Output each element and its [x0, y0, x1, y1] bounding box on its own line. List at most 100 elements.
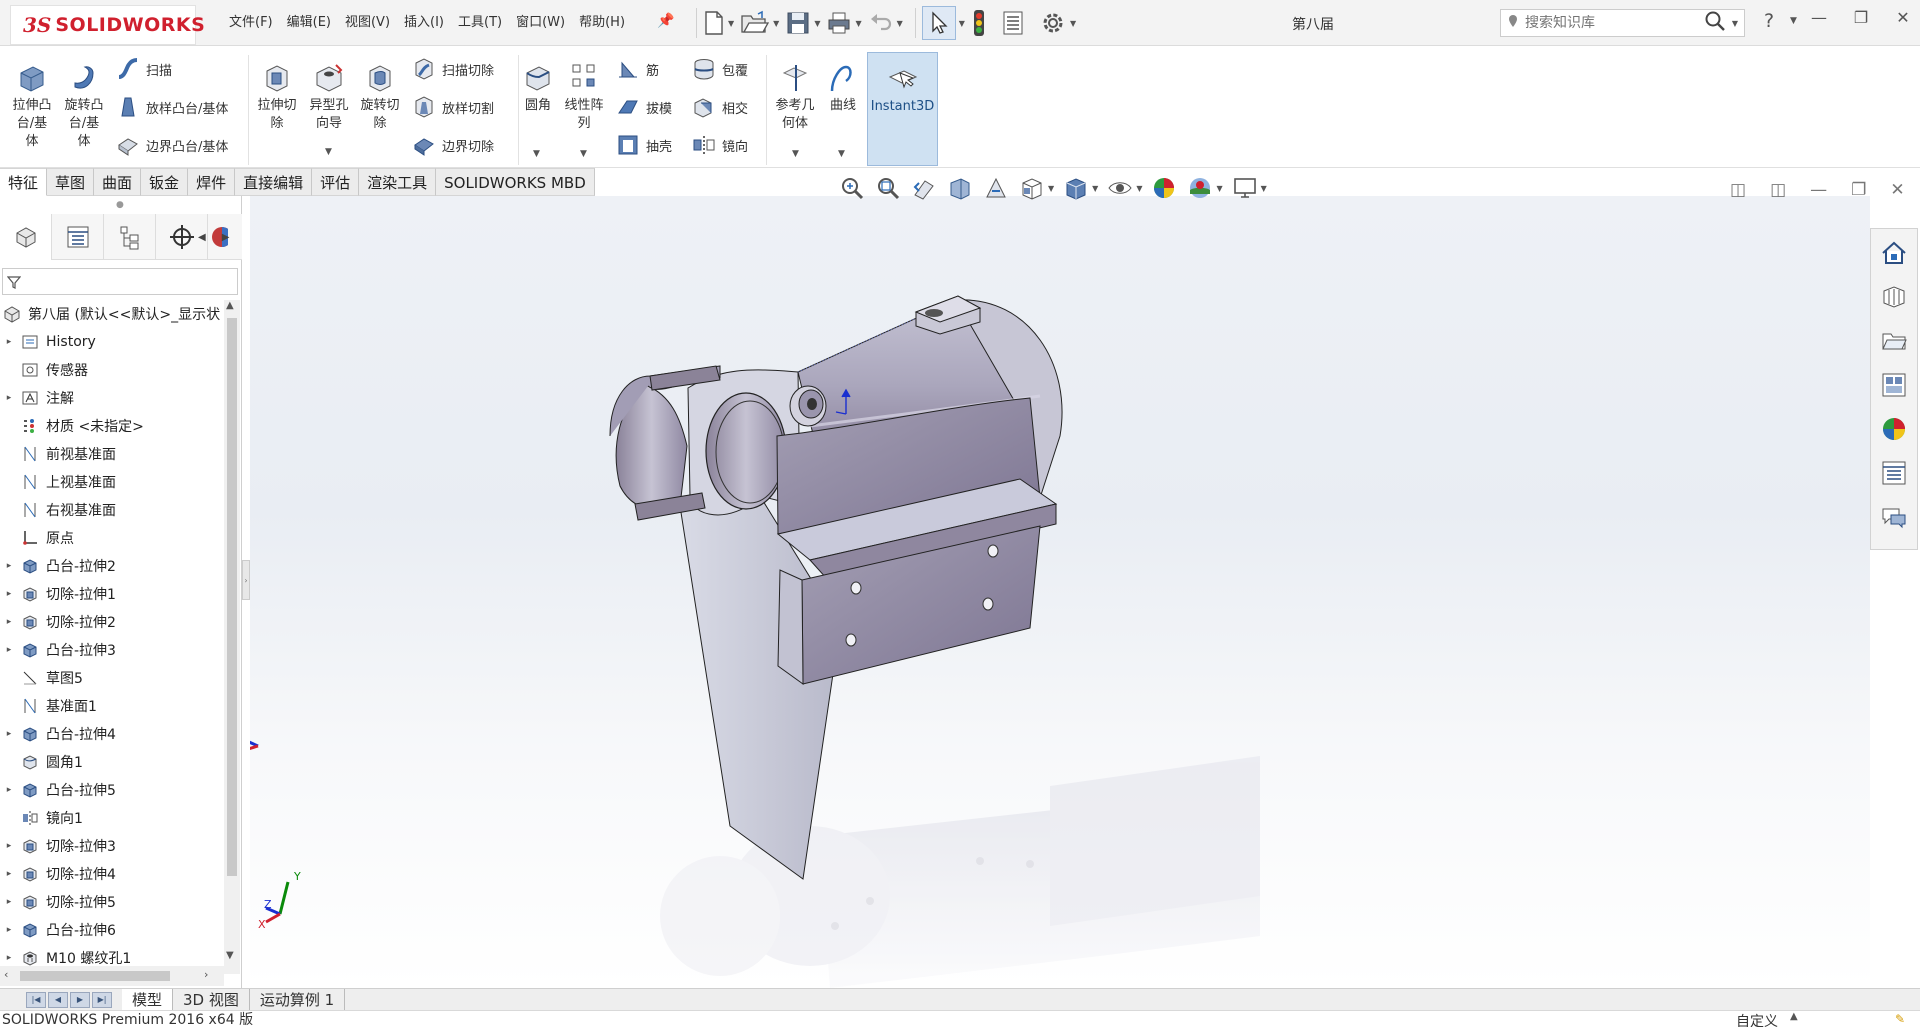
tab-sketch[interactable]: 草图 [47, 168, 95, 196]
mirror-button[interactable]: 镜向 [692, 133, 748, 157]
tab-render-tools[interactable]: 渲染工具 [359, 168, 437, 196]
scroll-thumb[interactable] [20, 971, 170, 981]
hide-show-dropdown-icon[interactable]: ▼ [1136, 184, 1142, 193]
tree-item[interactable]: 材质 <未指定> [0, 412, 224, 440]
unit-dropdown-icon[interactable]: ▲ [1790, 1011, 1798, 1022]
sweep-button[interactable]: 扫描 [116, 57, 172, 81]
view-orientation-dropdown-icon[interactable]: ▼ [1048, 184, 1054, 193]
save-dropdown-icon[interactable]: ▼ [814, 19, 820, 28]
tree-horizontal-scrollbar[interactable]: ‹ › [0, 966, 224, 986]
display-style-dropdown-icon[interactable]: ▼ [1092, 184, 1098, 193]
tree-item[interactable]: ▸ 切除-拉伸4 [0, 860, 224, 888]
new-dropdown-icon[interactable]: ▼ [728, 19, 734, 28]
expand-arrow-icon[interactable]: ▸ [2, 953, 16, 963]
expand-arrow-icon[interactable]: ▸ [2, 897, 16, 907]
tab-3d-views[interactable]: 3D 视图 [173, 988, 250, 1011]
tab-surfaces[interactable]: 曲面 [94, 168, 142, 196]
tree-filter[interactable] [2, 268, 238, 295]
tree-item[interactable]: ▸ 凸台-拉伸6 [0, 916, 224, 944]
tree-item[interactable]: 基准面1 [0, 692, 224, 720]
display-style-button[interactable] [1062, 174, 1090, 202]
scroll-thumb[interactable] [227, 318, 237, 876]
minimize-icon[interactable]: — [1810, 8, 1828, 27]
search-icon[interactable] [1704, 10, 1726, 36]
graphics-area[interactable] [250, 196, 1870, 988]
tab-motion-study[interactable]: 运动算例 1 [250, 988, 346, 1011]
shell-button[interactable]: 抽壳 [616, 133, 672, 157]
tree-item[interactable]: ▸ 凸台-拉伸4 [0, 720, 224, 748]
next-tab-icon[interactable]: ▶ [70, 991, 90, 1008]
rebuild-button[interactable] [971, 6, 987, 40]
menu-insert[interactable]: 插入(I) [397, 14, 451, 32]
expand-arrow-icon[interactable]: ▸ [2, 841, 16, 851]
expand-arrow-icon[interactable]: ▸ [2, 561, 16, 571]
select-dropdown-icon[interactable]: ▼ [959, 19, 965, 28]
print-button[interactable] [826, 6, 852, 40]
loft-boss-button[interactable]: 放样凸台/基体 [116, 95, 228, 119]
tabs-scroll-left-icon[interactable]: ◀ [198, 232, 206, 243]
view-settings-dropdown-icon[interactable]: ▼ [1261, 184, 1267, 193]
menu-file[interactable]: 文件(F) [222, 14, 280, 32]
main-bore[interactable] [705, 392, 787, 510]
save-button[interactable] [785, 6, 811, 40]
edit-appearance-button[interactable] [1150, 174, 1178, 202]
last-tab-icon[interactable]: ▶| [92, 991, 112, 1008]
restore-icon[interactable]: ❐ [1852, 8, 1870, 27]
tile-left-icon[interactable]: ◫ [1730, 180, 1746, 200]
menu-window[interactable]: 窗口(W) [509, 14, 572, 32]
feature-manager-tab[interactable] [0, 213, 52, 260]
tree-item[interactable]: ▸ 凸台-拉伸2 [0, 552, 224, 580]
options-dropdown-icon[interactable]: ▼ [1070, 19, 1076, 28]
solidworks-logo[interactable]: 3S SOLIDWORKS [10, 5, 205, 45]
status-unit-system[interactable]: 自定义 [1736, 1011, 1778, 1027]
search-scope-icon[interactable] [1507, 14, 1519, 32]
tab-direct-editing[interactable]: 直接编辑 [235, 168, 313, 196]
tab-features[interactable]: 特征 [0, 168, 48, 196]
search-knowledge-base[interactable]: ▼ [1500, 9, 1745, 37]
expand-arrow-icon[interactable]: ▸ [2, 925, 16, 935]
expand-arrow-icon[interactable]: ▸ [2, 393, 16, 403]
first-tab-icon[interactable]: |◀ [26, 991, 46, 1008]
fillet-button[interactable]: 圆角 [520, 61, 556, 115]
curves-button[interactable]: 曲线 [824, 61, 862, 115]
tab-solidworks-mbd[interactable]: SOLIDWORKS MBD [436, 168, 595, 196]
revolve-cut-button[interactable]: 旋转切 除 [356, 61, 404, 133]
fillet-dropdown-icon[interactable]: ▼ [533, 149, 540, 159]
scroll-down-icon[interactable]: ▼ [226, 950, 234, 961]
new-document-button[interactable] [703, 6, 725, 40]
status-notification-icon[interactable]: ✎ [1895, 1012, 1905, 1026]
tree-item[interactable]: ▸ 注解 [0, 384, 224, 412]
tree-item[interactable]: ▸ 切除-拉伸2 [0, 608, 224, 636]
expand-arrow-icon[interactable]: ▸ [2, 869, 16, 879]
section-view-button[interactable] [946, 174, 974, 202]
previous-view-button[interactable] [910, 174, 938, 202]
tile-right-icon[interactable]: ◫ [1770, 180, 1786, 200]
tab-model[interactable]: 模型 [122, 988, 174, 1011]
tree-item[interactable]: 草图5 [0, 664, 224, 692]
dynamic-annotation-button[interactable] [982, 174, 1010, 202]
help-dropdown-icon[interactable]: ▼ [1790, 16, 1797, 26]
mounting-plate-side[interactable] [777, 569, 804, 685]
expand-arrow-icon[interactable]: ▸ [2, 589, 16, 599]
pattern-dropdown-icon[interactable]: ▼ [580, 149, 587, 159]
expand-arrow-icon[interactable]: ▸ [2, 785, 16, 795]
open-dropdown-icon[interactable]: ▼ [773, 19, 779, 28]
sweep-cut-button[interactable]: 扫描切除 [412, 57, 494, 81]
search-dropdown-icon[interactable]: ▼ [1732, 19, 1738, 28]
tree-item[interactable]: ▸ 切除-拉伸1 [0, 580, 224, 608]
undo-dropdown-icon[interactable]: ▼ [897, 19, 903, 28]
view-palette-tab[interactable] [1877, 367, 1911, 403]
loft-cut-button[interactable]: 放样切割 [412, 95, 494, 119]
undo-button[interactable] [868, 6, 894, 40]
file-explorer-tab[interactable] [1877, 323, 1911, 359]
boundary-cut-button[interactable]: 边界切除 [412, 133, 494, 157]
expand-arrow-icon[interactable]: ▸ [2, 617, 16, 627]
tree-item[interactable]: 前视基准面 [0, 440, 224, 468]
scroll-left-icon[interactable]: ‹ [4, 968, 8, 981]
search-input[interactable] [1525, 15, 1698, 31]
property-manager-tab[interactable] [52, 213, 104, 260]
zoom-to-fit-button[interactable] [838, 174, 866, 202]
select-button[interactable] [921, 6, 956, 40]
panel-grip-icon[interactable]: ● [116, 200, 124, 210]
custom-properties-tab[interactable] [1877, 455, 1911, 491]
